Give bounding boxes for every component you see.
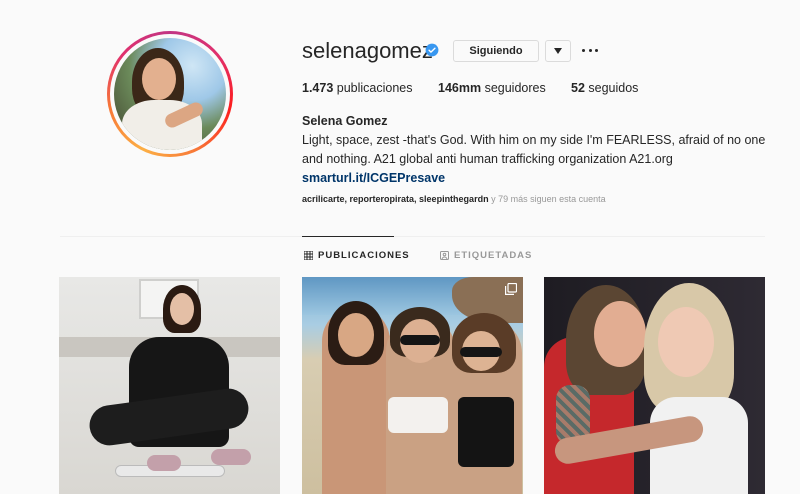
- photo-face: [594, 301, 646, 367]
- posts-label: publicaciones: [333, 81, 413, 95]
- photo-face: [170, 293, 194, 325]
- bio-full-name: Selena Gomez: [302, 114, 388, 128]
- followed-by-users[interactable]: acrilicarte, reporteropirata, sleepinthe…: [302, 194, 489, 204]
- photo-shoe: [211, 449, 251, 465]
- tab-tagged-label: ETIQUETADAS: [454, 250, 533, 261]
- following-label: seguidos: [584, 81, 639, 95]
- followers-label: seguidores: [481, 81, 546, 95]
- grid-icon: [304, 251, 313, 260]
- bio-text: Light, space, zest -that's God. With him…: [302, 133, 766, 166]
- post-thumbnail[interactable]: [544, 277, 765, 494]
- posts-count: 1.473: [302, 81, 334, 95]
- post-thumbnail[interactable]: [302, 277, 523, 494]
- following-button[interactable]: Siguiendo: [453, 40, 539, 62]
- tab-posts-label: PUBLICACIONES: [318, 250, 410, 261]
- photo-top: [458, 397, 514, 467]
- photo-top: [388, 397, 448, 433]
- active-tab-indicator: [302, 236, 394, 237]
- tab-tagged[interactable]: ETIQUETADAS: [440, 250, 532, 261]
- carousel-icon: [505, 283, 517, 295]
- suggestions-dropdown-button[interactable]: [545, 40, 571, 62]
- tab-posts[interactable]: PUBLICACIONES: [304, 250, 410, 261]
- profile-username: selenagomez: [302, 38, 433, 63]
- avatar-face: [142, 58, 176, 100]
- verified-badge-icon: [425, 43, 439, 57]
- bio-link[interactable]: smarturl.it/ICGEPresave: [302, 169, 782, 188]
- avatar-border: [110, 34, 230, 154]
- caret-down-icon: [554, 48, 562, 54]
- profile-bio: Selena Gomez Light, space, zest -that's …: [302, 112, 782, 188]
- stat-following[interactable]: 52 seguidos: [571, 81, 638, 95]
- stat-posts: 1.473 publicaciones: [302, 81, 438, 95]
- tabs-divider: [60, 236, 765, 237]
- photo-sunglasses: [460, 347, 502, 357]
- post-thumbnail[interactable]: [59, 277, 280, 494]
- photo-sunglasses: [400, 335, 440, 345]
- tagged-icon: [440, 251, 449, 260]
- more-options-icon[interactable]: [582, 44, 598, 56]
- followers-count: 146mm: [438, 81, 482, 95]
- following-count: 52: [571, 81, 585, 95]
- stat-followers[interactable]: 146mm seguidores: [438, 81, 571, 95]
- photo-face: [338, 313, 374, 357]
- profile-avatar[interactable]: [107, 31, 233, 157]
- avatar-photo: [114, 38, 226, 150]
- profile-stats: 1.473 publicaciones 146mm seguidores 52 …: [302, 81, 638, 95]
- followed-by-text[interactable]: acrilicarte, reporteropirata, sleepinthe…: [302, 194, 606, 204]
- photo-shoe: [147, 455, 181, 471]
- followed-by-suffix: y 79 más siguen esta cuenta: [488, 194, 606, 204]
- photo-face: [658, 307, 714, 377]
